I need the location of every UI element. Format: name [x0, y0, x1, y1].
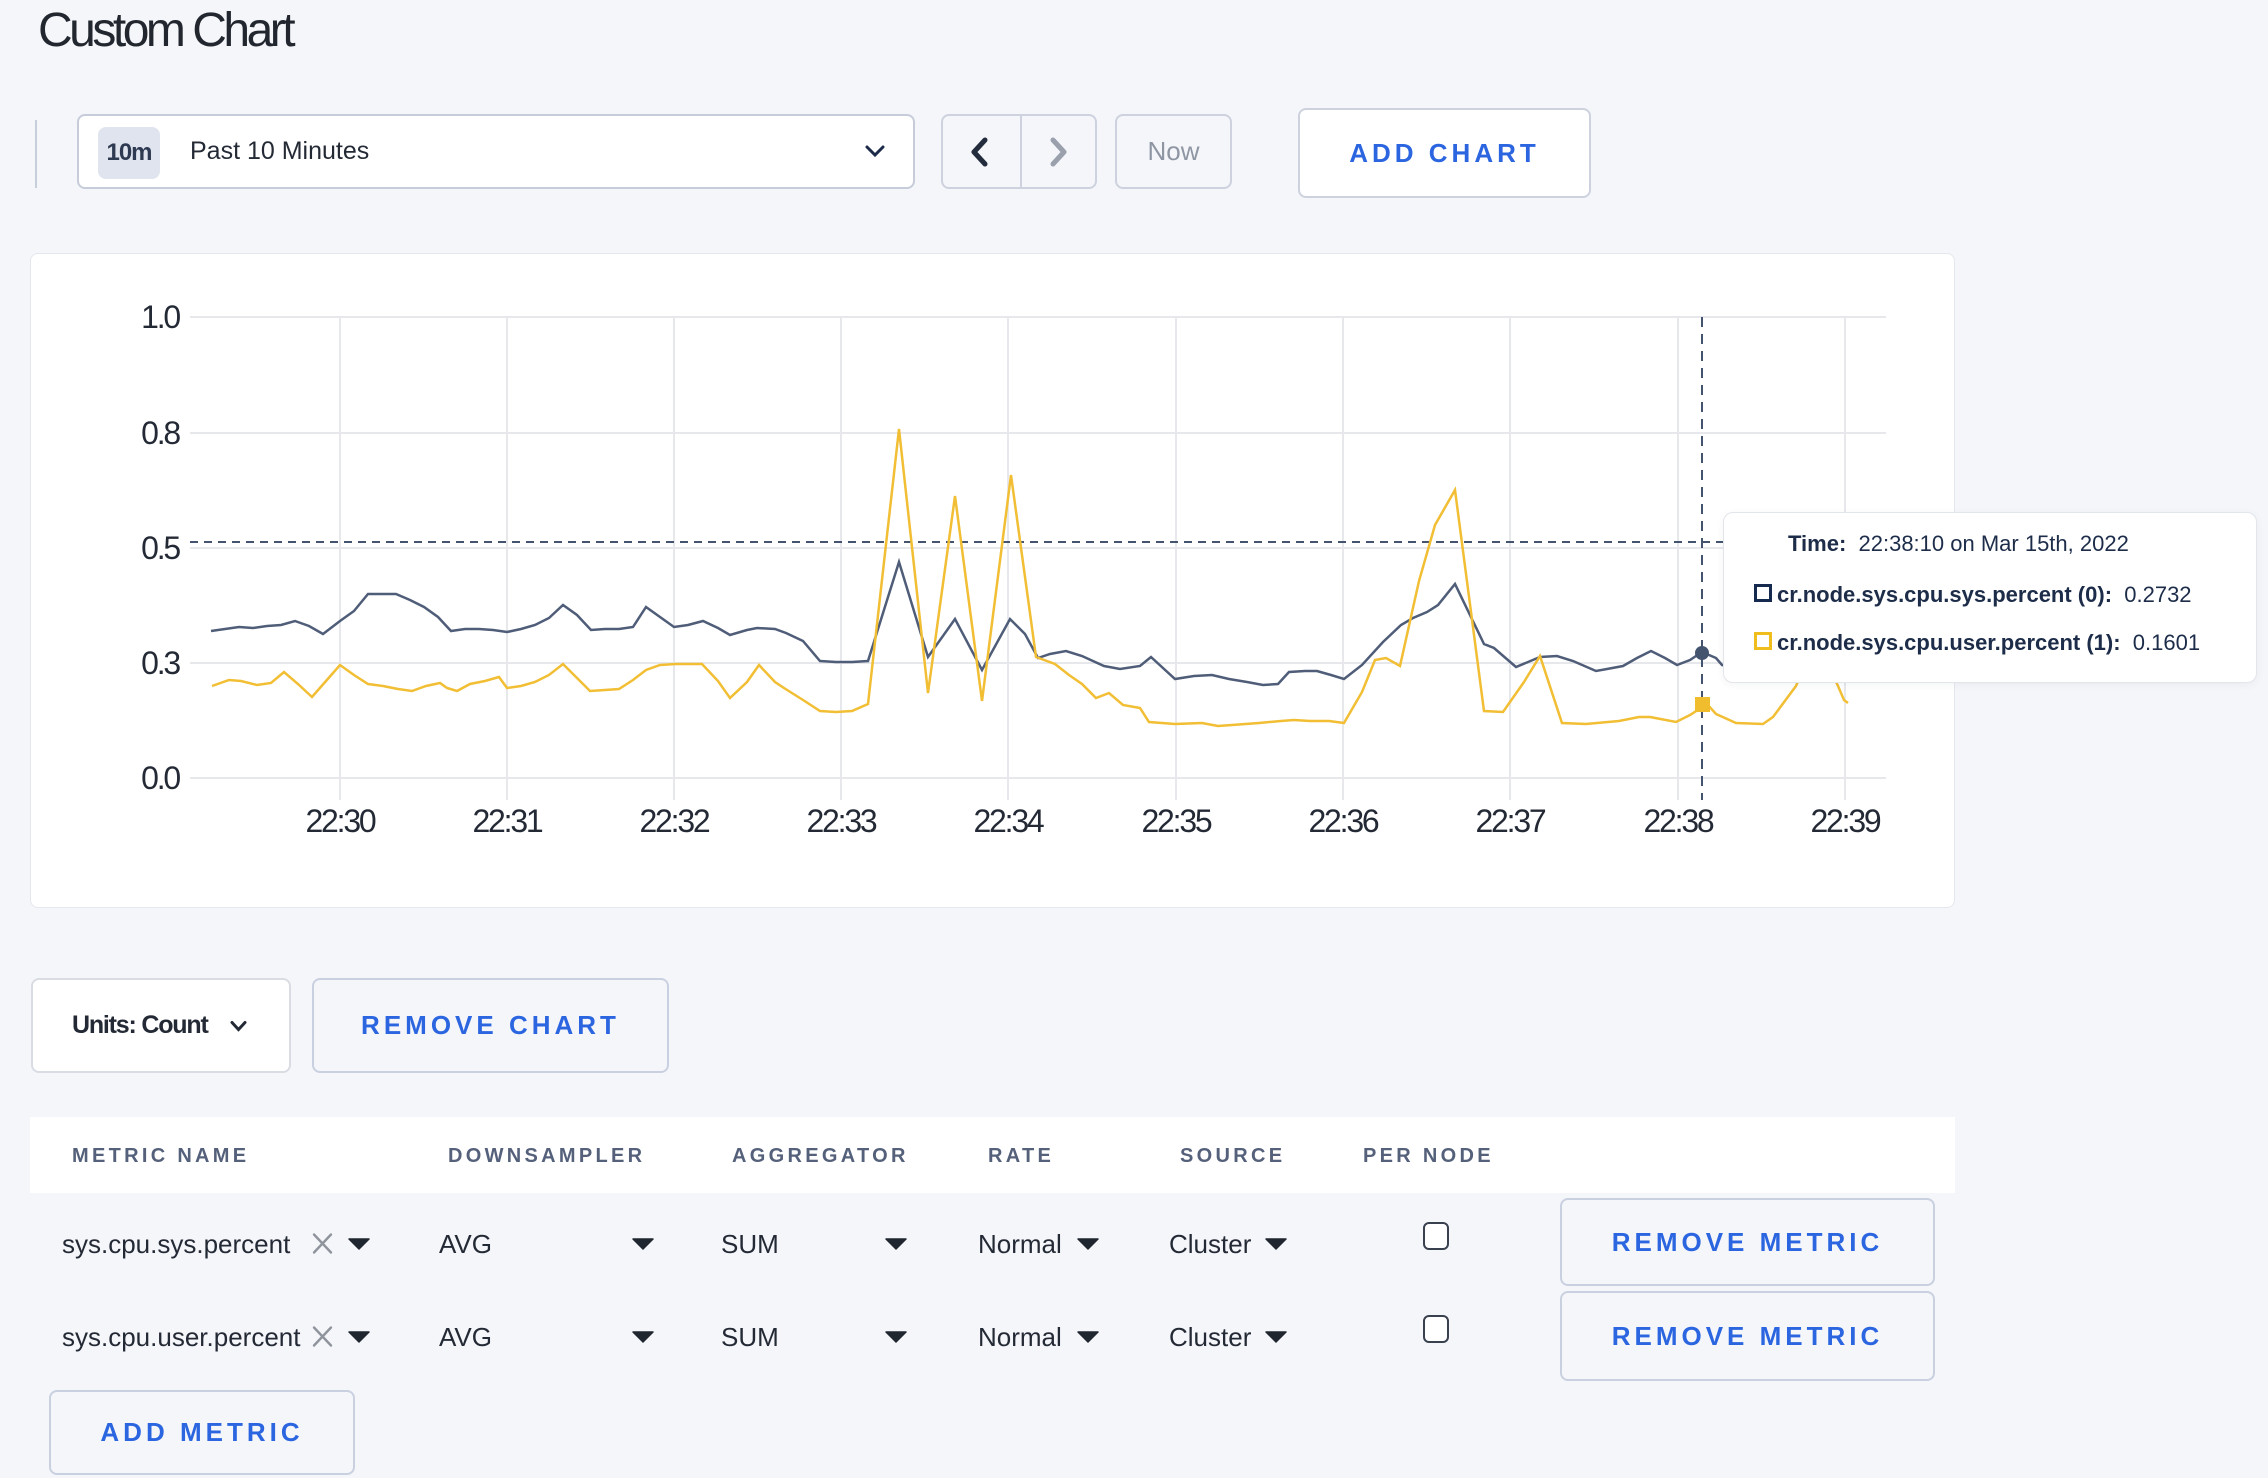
svg-text:22:31: 22:31: [472, 803, 542, 839]
svg-text:22:38: 22:38: [1643, 803, 1713, 839]
svg-text:0.0: 0.0: [141, 760, 180, 796]
svg-text:22:33: 22:33: [806, 803, 876, 839]
svg-text:22:37: 22:37: [1475, 803, 1545, 839]
svg-text:0.8: 0.8: [141, 415, 180, 451]
svg-text:22:34: 22:34: [973, 803, 1043, 839]
svg-text:22:39: 22:39: [1810, 803, 1880, 839]
svg-text:22:35: 22:35: [1141, 803, 1211, 839]
svg-text:0.3: 0.3: [141, 645, 180, 681]
svg-text:0.5: 0.5: [141, 530, 180, 566]
svg-text:22:32: 22:32: [639, 803, 709, 839]
svg-text:22:36: 22:36: [1308, 803, 1378, 839]
svg-text:22:30: 22:30: [305, 803, 375, 839]
svg-text:1.0: 1.0: [141, 299, 180, 335]
